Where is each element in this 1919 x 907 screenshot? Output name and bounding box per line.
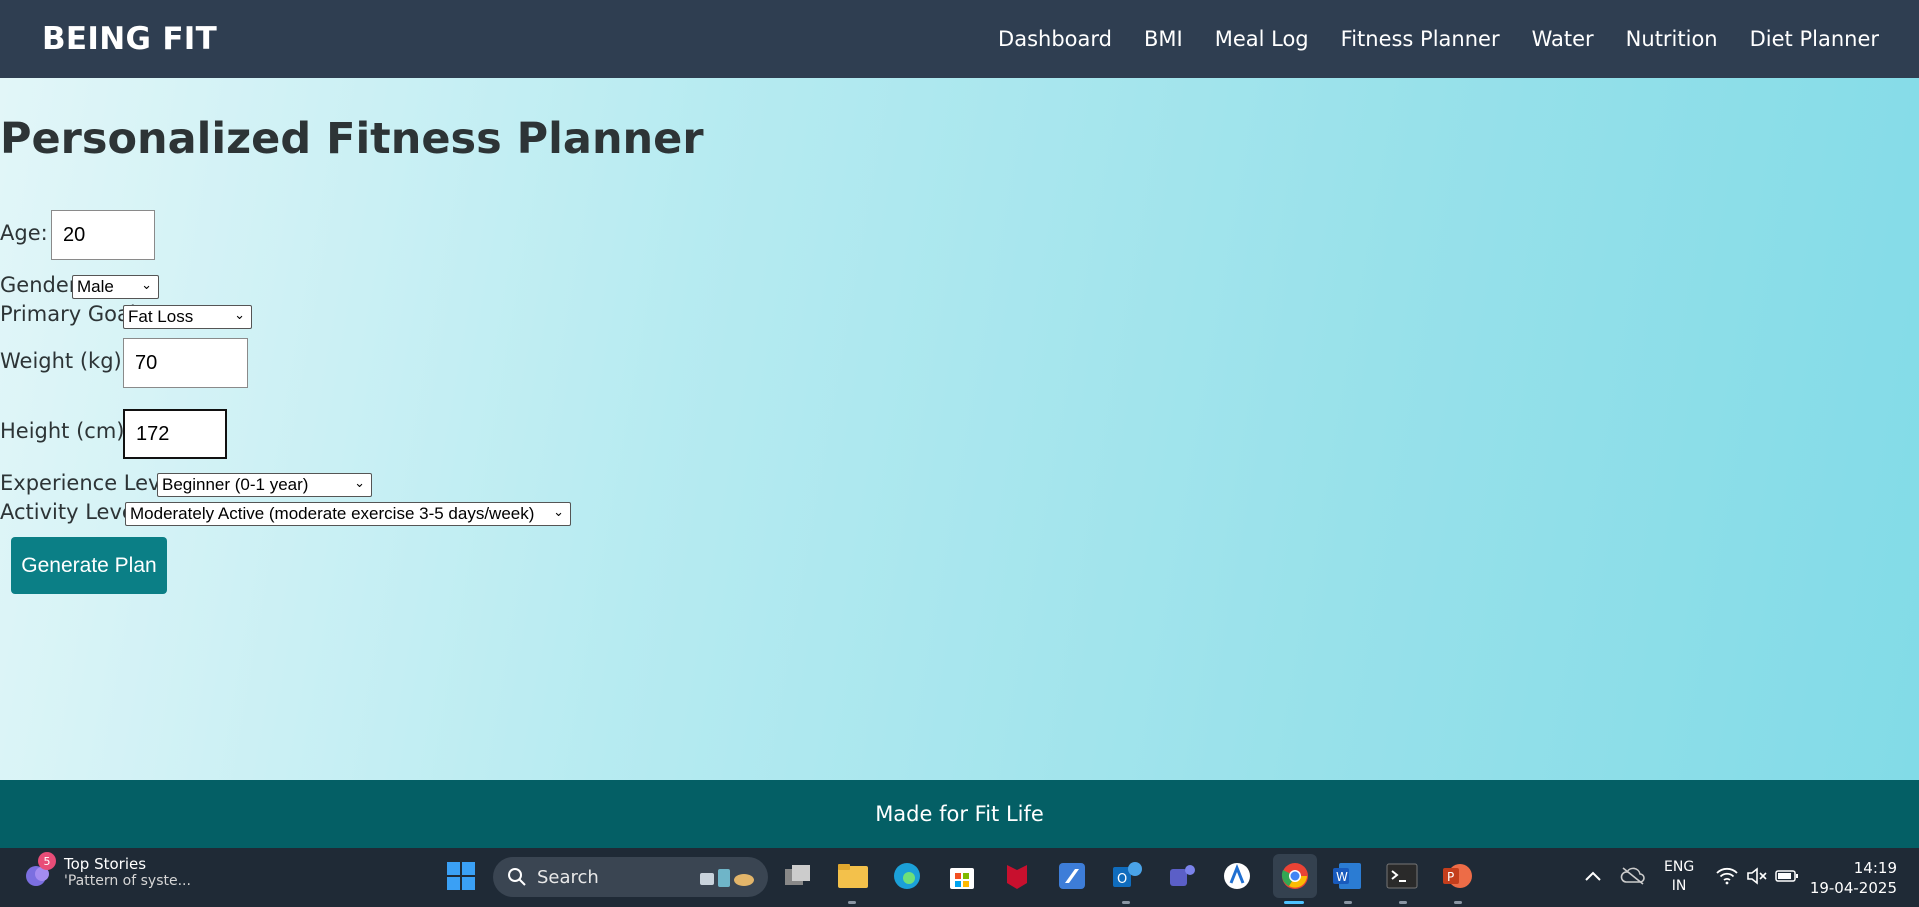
footer: Made for Fit Life bbox=[0, 780, 1919, 848]
main-content: Personalized Fitness Planner Age: 20 Gen… bbox=[0, 78, 1919, 780]
app-store-a-icon[interactable] bbox=[1220, 859, 1254, 893]
goal-select-value: Fat Loss bbox=[128, 307, 194, 326]
battery-icon[interactable] bbox=[1770, 859, 1804, 893]
nav-nutrition[interactable]: Nutrition bbox=[1626, 27, 1718, 51]
svg-text:O: O bbox=[1117, 872, 1127, 887]
nav-meal-log[interactable]: Meal Log bbox=[1215, 27, 1309, 51]
chevron-down-icon: ⌄ bbox=[234, 307, 245, 322]
windows-start-icon[interactable] bbox=[444, 859, 478, 893]
experience-select[interactable]: Beginner (0-1 year) ⌄ bbox=[157, 473, 372, 497]
height-label: Height (cm): bbox=[0, 419, 132, 443]
microsoft-store-icon[interactable] bbox=[945, 859, 979, 893]
news-badge: 5 bbox=[38, 852, 56, 870]
svg-text:P: P bbox=[1447, 870, 1454, 884]
chevron-down-icon: ⌄ bbox=[141, 277, 152, 292]
generate-plan-button[interactable]: Generate Plan bbox=[11, 537, 167, 594]
search-icon bbox=[508, 868, 526, 886]
weight-input[interactable]: 70 bbox=[123, 338, 248, 388]
news-widget[interactable]: 5 Top Stories 'Pattern of syste... bbox=[20, 852, 191, 890]
word-icon[interactable]: W bbox=[1330, 859, 1364, 893]
system-clock[interactable]: 14:19 19-04-2025 bbox=[1810, 858, 1897, 898]
taskbar: 5 Top Stories 'Pattern of syste... Searc… bbox=[0, 848, 1919, 907]
chrome-icon[interactable] bbox=[1273, 854, 1317, 898]
activity-select-value: Moderately Active (moderate exercise 3-5… bbox=[130, 504, 535, 523]
age-input[interactable]: 20 bbox=[51, 210, 155, 260]
search-highlight-icon bbox=[700, 869, 754, 887]
weather-news-icon: 5 bbox=[20, 852, 56, 890]
clock-date: 19-04-2025 bbox=[1809, 879, 1897, 897]
nav-bmi[interactable]: BMI bbox=[1144, 27, 1183, 51]
terminal-icon[interactable] bbox=[1385, 859, 1419, 893]
powerpoint-icon[interactable]: P bbox=[1440, 859, 1474, 893]
chevron-up-icon[interactable] bbox=[1576, 859, 1610, 893]
news-subtitle: 'Pattern of syste... bbox=[64, 873, 191, 889]
page-title: Personalized Fitness Planner bbox=[0, 114, 704, 164]
brand-logo[interactable]: BEING FIT bbox=[42, 21, 217, 57]
experience-select-value: Beginner (0-1 year) bbox=[162, 475, 309, 494]
chevron-down-icon: ⌄ bbox=[354, 475, 365, 490]
news-title: Top Stories bbox=[64, 855, 147, 873]
task-view-icon[interactable] bbox=[781, 859, 815, 893]
svg-text:W: W bbox=[1336, 870, 1348, 884]
taskbar-search[interactable]: Search bbox=[493, 857, 768, 897]
language-line2: IN bbox=[1671, 878, 1687, 894]
chevron-down-icon: ⌄ bbox=[553, 504, 564, 519]
nav-dashboard[interactable]: Dashboard bbox=[998, 27, 1112, 51]
language-indicator[interactable]: ENG IN bbox=[1664, 858, 1694, 896]
footer-text: Made for Fit Life bbox=[875, 802, 1044, 826]
wifi-icon[interactable] bbox=[1710, 859, 1744, 893]
weight-label: Weight (kg): bbox=[0, 349, 129, 373]
height-input[interactable]: 172 bbox=[123, 409, 227, 459]
teams-icon[interactable] bbox=[1165, 859, 1199, 893]
cloud-offline-icon[interactable] bbox=[1616, 859, 1650, 893]
mcafee-icon[interactable] bbox=[1000, 859, 1034, 893]
goal-label: Primary Goal: bbox=[0, 302, 143, 326]
search-label: Search bbox=[537, 866, 599, 888]
gender-select[interactable]: Male ⌄ bbox=[72, 275, 159, 299]
nav-fitness-planner[interactable]: Fitness Planner bbox=[1341, 27, 1500, 51]
nav-diet-planner[interactable]: Diet Planner bbox=[1750, 27, 1879, 51]
nav-links: Dashboard BMI Meal Log Fitness Planner W… bbox=[998, 27, 1879, 51]
clock-time: 14:19 bbox=[1853, 859, 1897, 877]
volume-muted-icon[interactable] bbox=[1740, 859, 1774, 893]
language-line1: ENG bbox=[1664, 859, 1695, 875]
activity-select[interactable]: Moderately Active (moderate exercise 3-5… bbox=[125, 502, 571, 526]
code-app-icon[interactable] bbox=[1055, 859, 1089, 893]
nav-water[interactable]: Water bbox=[1532, 27, 1594, 51]
goal-select[interactable]: Fat Loss ⌄ bbox=[123, 305, 252, 329]
file-explorer-icon[interactable] bbox=[836, 859, 870, 893]
outlook-icon[interactable]: O bbox=[1110, 859, 1144, 893]
age-label: Age: bbox=[0, 221, 48, 245]
gender-select-value: Male bbox=[77, 277, 114, 296]
edge-browser-icon[interactable] bbox=[890, 859, 924, 893]
top-navbar: BEING FIT Dashboard BMI Meal Log Fitness… bbox=[0, 0, 1919, 78]
